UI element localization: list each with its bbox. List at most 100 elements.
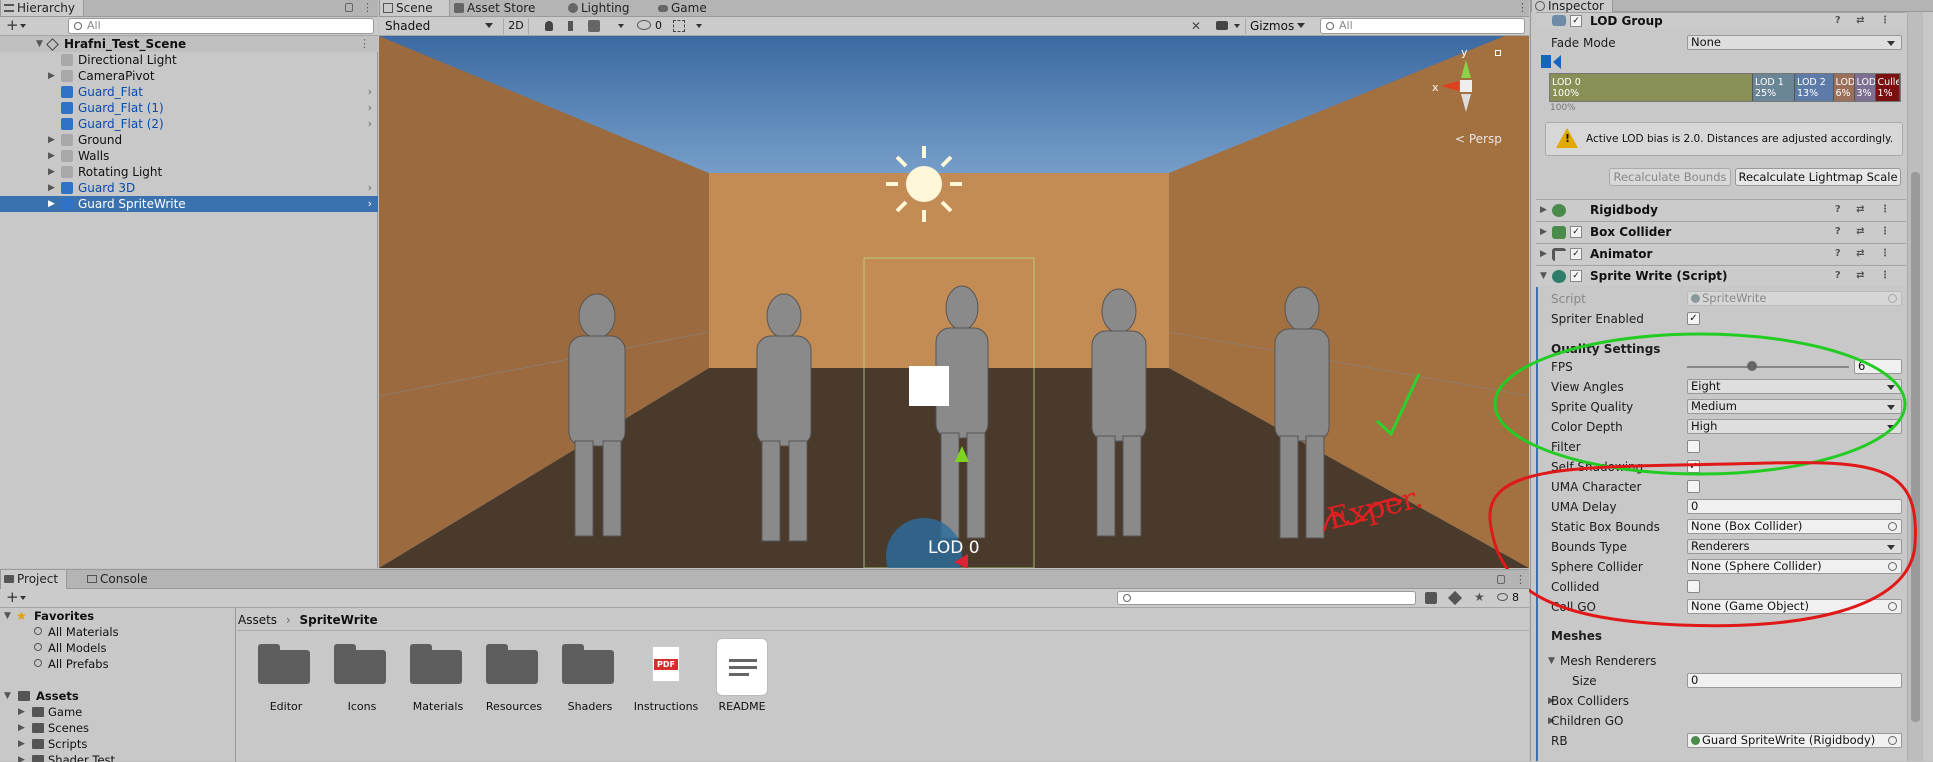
- expand-arrow-icon[interactable]: ▶: [48, 180, 55, 196]
- persp-label[interactable]: < Persp: [1455, 132, 1502, 146]
- create-plus-icon[interactable]: +: [6, 17, 19, 34]
- collapse-arrow-icon[interactable]: ▶: [18, 720, 25, 736]
- scene-effects-icon[interactable]: [588, 20, 600, 32]
- size-input[interactable]: 0: [1687, 673, 1902, 688]
- breadcrumb-assets[interactable]: Assets: [238, 613, 277, 627]
- box-colliders-row[interactable]: ▶ Box Colliders: [1544, 692, 1904, 710]
- hierarchy-search-input[interactable]: All: [68, 18, 374, 34]
- tab-console[interactable]: Console: [84, 570, 156, 589]
- assets-row[interactable]: ▼ Assets: [0, 688, 235, 704]
- open-prefab-chevron-icon[interactable]: ›: [368, 84, 372, 100]
- grid-toggle-icon[interactable]: [673, 20, 685, 32]
- effects-dropdown-icon[interactable]: [618, 24, 624, 28]
- animator-header[interactable]: ▶ ✓ Animator ? ⇄ ⋮: [1536, 243, 1906, 264]
- lod-group-header[interactable]: ✓ LOD Group ? ⇄ ⋮: [1536, 12, 1906, 29]
- rigidbody-header[interactable]: ▶ Rigidbody ? ⇄ ⋮: [1536, 199, 1906, 220]
- favorites-row[interactable]: ▼ ★ Favorites: [0, 608, 235, 624]
- expand-arrow-icon[interactable]: ▶: [48, 196, 55, 212]
- asset-grid-item[interactable]: Resources: [486, 644, 542, 734]
- tools-icon[interactable]: ✕: [1191, 19, 1201, 33]
- create-plus-icon[interactable]: +: [6, 589, 19, 606]
- lod-segment[interactable]: LOD 1 25%: [1753, 74, 1795, 101]
- collapse-arrow-icon[interactable]: ▶: [1540, 244, 1547, 264]
- recalculate-bounds-button[interactable]: Recalculate Bounds: [1609, 168, 1731, 186]
- camera-dropdown-icon[interactable]: [1234, 24, 1240, 28]
- children-go-row[interactable]: ▶ Children GO: [1544, 712, 1904, 730]
- gizmo-lock-icon[interactable]: [1495, 50, 1501, 56]
- fade-mode-dropdown[interactable]: None: [1687, 35, 1902, 50]
- orientation-gizmo[interactable]: y x: [1432, 46, 1502, 126]
- tab-inspector[interactable]: Inspector: [1531, 0, 1613, 12]
- recalculate-lightmap-button[interactable]: Recalculate Lightmap Scale: [1735, 168, 1901, 186]
- asset-grid-item[interactable]: Editor: [258, 644, 314, 734]
- hierarchy-item[interactable]: ▶ Walls: [0, 148, 378, 164]
- lock-icon[interactable]: [1497, 575, 1505, 584]
- create-dropdown-icon[interactable]: [20, 596, 26, 600]
- mode-2d-button[interactable]: 2D: [503, 18, 529, 34]
- breadcrumb-spritewrite[interactable]: SpriteWrite: [300, 613, 378, 627]
- open-prefab-chevron-icon[interactable]: ›: [368, 180, 372, 196]
- collapse-arrow-icon[interactable]: ▶: [1540, 222, 1547, 242]
- scene-lighting-toggle-icon[interactable]: [545, 21, 553, 31]
- hierarchy-item[interactable]: ▶ Guard SpriteWrite ›: [0, 196, 378, 212]
- expand-arrow-icon[interactable]: ▶: [48, 132, 55, 148]
- box-collider-enabled-checkbox[interactable]: ✓: [1570, 226, 1582, 238]
- favorite-item[interactable]: All Materials: [0, 624, 235, 640]
- rb-field[interactable]: Guard SpriteWrite (Rigidbody): [1687, 733, 1902, 748]
- favorite-item[interactable]: All Models: [0, 640, 235, 656]
- open-prefab-chevron-icon[interactable]: ›: [368, 116, 372, 132]
- expand-arrow-icon[interactable]: ▼: [1548, 652, 1555, 670]
- tab-project[interactable]: Project: [0, 570, 68, 589]
- collapse-arrow-icon[interactable]: ▶: [18, 736, 25, 752]
- collapse-arrow-icon[interactable]: ▶: [1540, 200, 1547, 220]
- asset-grid-item[interactable]: Shaders: [562, 644, 618, 734]
- object-picker-icon[interactable]: [1888, 736, 1897, 745]
- tab-hierarchy[interactable]: Hierarchy: [0, 0, 85, 16]
- favorite-star-icon[interactable]: ★: [1474, 590, 1485, 604]
- asset-grid-item[interactable]: Icons: [334, 644, 390, 734]
- hierarchy-item[interactable]: ▶ CameraPivot: [0, 68, 378, 84]
- favorite-item[interactable]: All Prefabs: [0, 656, 235, 672]
- project-search-input[interactable]: [1117, 591, 1416, 605]
- component-actions[interactable]: ? ⇄ ⋮: [1835, 200, 1896, 220]
- open-prefab-chevron-icon[interactable]: ›: [368, 100, 372, 116]
- component-actions[interactable]: ? ⇄ ⋮: [1835, 266, 1896, 286]
- lod-segment[interactable]: LOD 3%: [1854, 74, 1876, 101]
- expand-arrow-icon[interactable]: ▶: [48, 164, 55, 180]
- create-dropdown-icon[interactable]: [20, 24, 26, 28]
- lod-group-enabled-checkbox[interactable]: ✓: [1570, 15, 1582, 27]
- component-actions[interactable]: ? ⇄ ⋮: [1835, 222, 1896, 242]
- gizmos-dropdown[interactable]: Gizmos: [1245, 18, 1311, 34]
- expand-arrow-icon[interactable]: ▼: [36, 36, 43, 52]
- asset-tree-item[interactable]: ▶ Scripts: [0, 736, 235, 752]
- more-menu-icon[interactable]: ⋮: [362, 1, 373, 14]
- scene-root-row[interactable]: ▼ Hrafni_Test_Scene ⋮: [0, 36, 378, 52]
- lod-segment[interactable]: LOD 0 100%: [1550, 74, 1753, 101]
- sprite-write-enabled-checkbox[interactable]: ✓: [1570, 270, 1582, 282]
- asset-grid-item[interactable]: Materials: [410, 644, 466, 734]
- camera-icon[interactable]: [1216, 21, 1228, 30]
- tab-scene[interactable]: Scene: [379, 0, 450, 16]
- tab-lighting[interactable]: Lighting: [565, 0, 638, 16]
- scene-menu-icon[interactable]: ⋮: [359, 36, 370, 52]
- search-by-label-icon[interactable]: [1447, 590, 1463, 606]
- component-actions[interactable]: ? ⇄ ⋮: [1835, 244, 1896, 264]
- hierarchy-item[interactable]: Directional Light: [0, 52, 378, 68]
- mesh-renderers-row[interactable]: ▼ Mesh Renderers: [1544, 652, 1904, 670]
- hidden-packages-icon[interactable]: [1497, 593, 1508, 601]
- hierarchy-item[interactable]: ▶ Ground: [0, 132, 378, 148]
- tab-asset-store[interactable]: Asset Store: [451, 0, 543, 16]
- expand-arrow-icon[interactable]: ▼: [1540, 266, 1547, 286]
- expand-arrow-icon[interactable]: ▼: [4, 608, 11, 624]
- grid-dropdown-icon[interactable]: [696, 24, 702, 28]
- more-menu-icon[interactable]: ⋮: [1517, 1, 1528, 14]
- lod-segment[interactable]: Culled1%: [1875, 74, 1900, 101]
- more-menu-icon[interactable]: ⋮: [1515, 573, 1526, 586]
- hierarchy-item[interactable]: Guard_Flat (1) ›: [0, 100, 378, 116]
- expand-arrow-icon[interactable]: ▶: [48, 68, 55, 84]
- scene-search-input[interactable]: All: [1320, 18, 1525, 34]
- scene-viewport[interactable]: LOD 0 Exper. y x < Persp: [379, 36, 1529, 568]
- asset-tree-item[interactable]: ▶ Game: [0, 704, 235, 720]
- hierarchy-item[interactable]: Guard_Flat ›: [0, 84, 378, 100]
- lod-bar[interactable]: LOD 0100%LOD 125%LOD 213%LOD6%LOD3%Culle…: [1549, 73, 1901, 102]
